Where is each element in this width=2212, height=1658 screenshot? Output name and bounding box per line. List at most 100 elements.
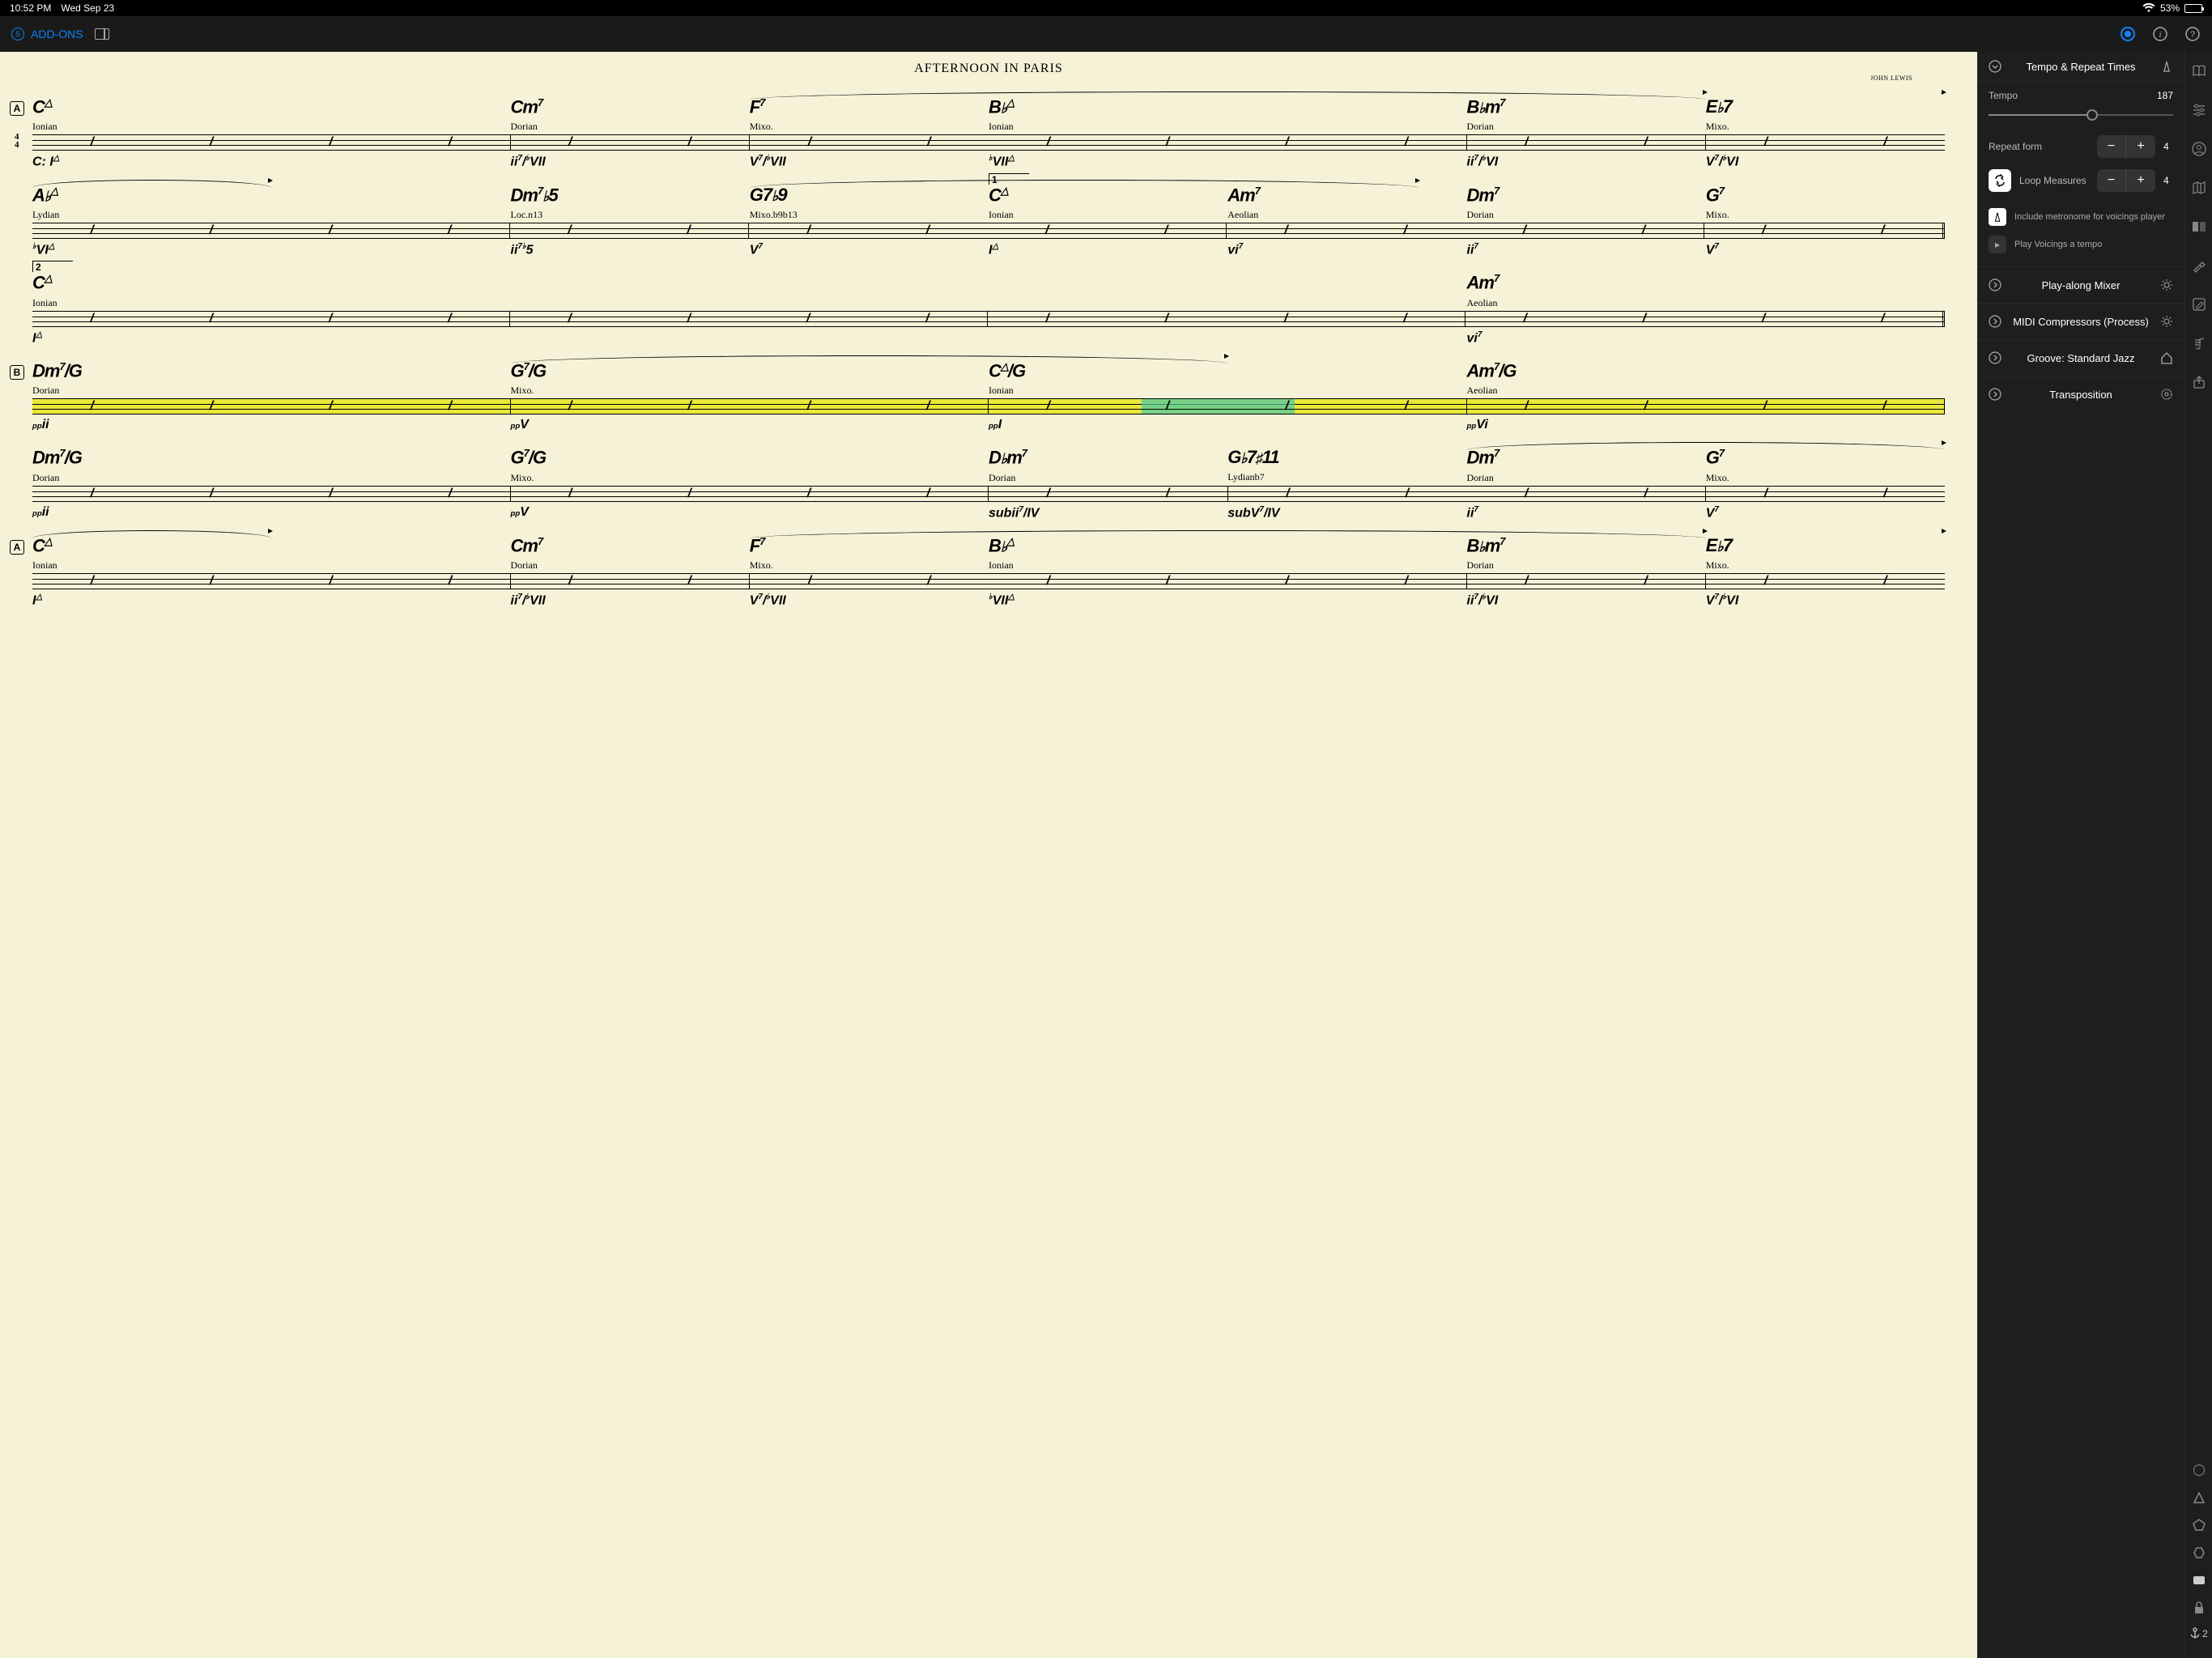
- scale-label: Mixo.: [1706, 209, 1945, 221]
- chord[interactable]: C△: [32, 272, 511, 293]
- sliders-icon[interactable]: [2191, 102, 2207, 118]
- book-icon[interactable]: [2191, 63, 2207, 79]
- loop-label: Loop Measures: [2019, 175, 2089, 186]
- chord[interactable]: A♭△: [32, 185, 511, 206]
- staff[interactable]: ////////////////: [32, 573, 1945, 589]
- shape-pentagon-icon[interactable]: [2191, 1517, 2207, 1533]
- staff[interactable]: 44////////////////: [32, 134, 1945, 151]
- chord[interactable]: Am7: [1227, 185, 1466, 206]
- chord[interactable]: Cm7: [511, 96, 750, 117]
- chord[interactable]: B♭△: [989, 96, 1467, 117]
- expand-icon: [1989, 278, 2001, 291]
- analysis: ppVi: [1467, 418, 1946, 432]
- scale-label: Ionian: [989, 559, 1467, 572]
- shape-hexagon-icon[interactable]: [2191, 1545, 2207, 1561]
- sun-icon: [2160, 278, 2173, 291]
- loop-plus-button[interactable]: +: [2126, 169, 2155, 192]
- panel-section-midi-compressors-process-[interactable]: MIDI Compressors (Process): [1977, 303, 2184, 339]
- system: AC△IonianCm7DorianF7Mixo.B♭△IonianB♭m7Do…: [32, 535, 1945, 609]
- section-label: Play-along Mixer: [2042, 279, 2121, 291]
- metronome-toggle[interactable]: Include metronome for voicings player: [1989, 203, 2173, 231]
- staff[interactable]: ////////////////: [32, 311, 1945, 327]
- chord[interactable]: C△/G: [989, 360, 1467, 381]
- staff[interactable]: ////////////////: [32, 223, 1945, 239]
- edit-icon[interactable]: [2191, 296, 2207, 312]
- hammer-icon[interactable]: [2191, 257, 2207, 274]
- shape-rect-icon[interactable]: [2191, 1572, 2207, 1588]
- chord[interactable]: G7/G: [511, 447, 989, 468]
- music-note-icon[interactable]: [2191, 335, 2207, 351]
- chord[interactable]: Dm7: [1467, 447, 1706, 468]
- panel-header-tempo[interactable]: Tempo & Repeat Times: [1977, 52, 2184, 82]
- chord[interactable]: C△: [32, 96, 511, 117]
- person-icon[interactable]: [2191, 141, 2207, 157]
- addons-button[interactable]: ADD-ONS: [31, 28, 83, 40]
- loop-stepper[interactable]: − +: [2097, 169, 2155, 192]
- chord[interactable]: G7: [1706, 447, 1945, 468]
- lock-icon[interactable]: [2191, 1600, 2207, 1616]
- anchor-indicator[interactable]: 2: [2189, 1627, 2208, 1640]
- chord[interactable]: Am7: [1467, 272, 1946, 293]
- collapse-icon[interactable]: [1989, 60, 2001, 73]
- anchor-count: 2: [2202, 1628, 2208, 1639]
- panel-section-transposition[interactable]: Transposition: [1977, 376, 2184, 412]
- chord[interactable]: B♭△: [989, 535, 1467, 556]
- system: Dm7/GDorianG7/GMixo.D♭m7DorianG♭7♯11Lydi…: [32, 447, 1945, 521]
- analysis: ppii: [32, 505, 511, 520]
- loop-minus-button[interactable]: −: [2097, 169, 2126, 192]
- tempo-label: Tempo: [1989, 90, 2018, 101]
- chord[interactable]: Dm7/G: [32, 360, 511, 381]
- scale-label: Ionian: [32, 297, 511, 309]
- chord[interactable]: F7: [750, 535, 989, 556]
- tempo-value: 187: [2157, 90, 2173, 101]
- time-signature: 44: [15, 133, 19, 149]
- tempo-slider[interactable]: [1989, 108, 2173, 122]
- chord[interactable]: Am7/G: [1467, 360, 1946, 381]
- panel-section-play-along-mixer[interactable]: Play-along Mixer: [1977, 266, 2184, 303]
- chord[interactable]: E♭7: [1706, 96, 1945, 117]
- play-voicings-button[interactable]: ▸ Play Voicings a tempo: [1989, 231, 2173, 258]
- sheet-area[interactable]: AFTERNOON IN PARIS JOHN LEWIS AC△IonianC…: [0, 52, 1977, 1658]
- layout-icon[interactable]: [2191, 219, 2207, 235]
- panel-toggle-icon[interactable]: [95, 28, 109, 40]
- section-label: MIDI Compressors (Process): [2013, 316, 2149, 328]
- help-icon[interactable]: ?: [2184, 26, 2201, 42]
- record-icon[interactable]: [2120, 26, 2136, 42]
- chord[interactable]: B♭m7: [1467, 535, 1706, 556]
- loop-icon[interactable]: [1989, 169, 2011, 192]
- chord[interactable]: C△: [989, 185, 1227, 206]
- repeat-minus-button[interactable]: −: [2097, 135, 2126, 158]
- panel-section-groove-standard-jazz[interactable]: Groove: Standard Jazz: [1977, 339, 2184, 376]
- addons-icon[interactable]: S: [11, 28, 24, 40]
- chord[interactable]: G♭7♯11: [1227, 447, 1466, 468]
- scale-label: Dorian: [1467, 121, 1706, 133]
- chord[interactable]: G7/G: [511, 360, 989, 381]
- chord[interactable]: C△: [32, 535, 511, 556]
- chord[interactable]: E♭7: [1706, 535, 1945, 556]
- scale-label: Dorian: [32, 472, 511, 484]
- repeat-plus-button[interactable]: +: [2126, 135, 2155, 158]
- analysis: V7: [750, 242, 989, 257]
- chord[interactable]: B♭m7: [1467, 96, 1706, 117]
- chord[interactable]: Dm7/G: [32, 447, 511, 468]
- repeat-stepper[interactable]: − +: [2097, 135, 2155, 158]
- chord[interactable]: Cm7: [511, 535, 750, 556]
- analysis: vi7: [1467, 330, 1946, 346]
- chord[interactable]: D♭m7: [989, 447, 1227, 468]
- chord[interactable]: Dm7♭5: [511, 185, 750, 206]
- shape-circle-icon[interactable]: [2191, 1462, 2207, 1478]
- metronome-icon[interactable]: [2160, 60, 2173, 73]
- chord[interactable]: G7♭9: [750, 185, 989, 206]
- staff[interactable]: ////////////////: [32, 486, 1945, 502]
- scale-label: Dorian: [1467, 472, 1706, 484]
- chord[interactable]: Dm7: [1467, 185, 1706, 206]
- info-icon[interactable]: i: [2152, 26, 2168, 42]
- share-icon[interactable]: [2191, 374, 2207, 390]
- svg-text:?: ?: [2190, 30, 2195, 40]
- repeat-label: Repeat form: [1989, 141, 2089, 152]
- shape-triangle-icon[interactable]: [2191, 1490, 2207, 1506]
- chord[interactable]: F7: [750, 96, 989, 117]
- staff[interactable]: ////////////////: [32, 398, 1945, 414]
- chord[interactable]: G7: [1706, 185, 1945, 206]
- map-icon[interactable]: [2191, 180, 2207, 196]
